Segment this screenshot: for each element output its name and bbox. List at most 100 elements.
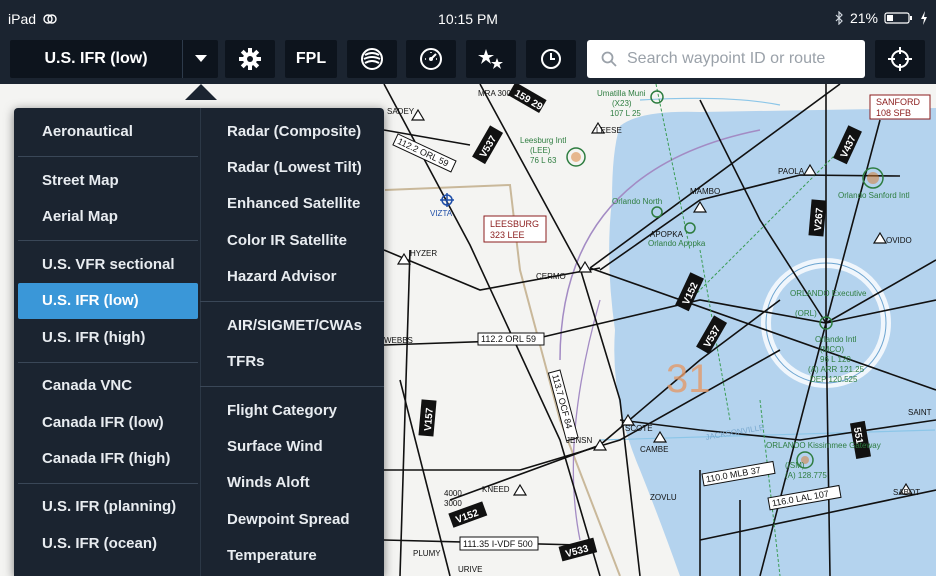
svg-text:ORLANDO Kissimmee Gateway: ORLANDO Kissimmee Gateway: [766, 441, 881, 450]
divider: [18, 156, 198, 157]
settings-button[interactable]: [225, 40, 275, 78]
chevron-down-icon[interactable]: [183, 40, 218, 78]
menu-item-street-map[interactable]: Street Map: [18, 163, 198, 199]
svg-text:CERMO: CERMO: [536, 272, 566, 281]
gear-icon: [239, 48, 261, 70]
menu-item-radar-lowest-tilt[interactable]: Radar (Lowest Tilt): [204, 150, 384, 186]
menu-column-divider: [200, 108, 201, 576]
menu-item-air-sigmet-cwas[interactable]: AIR/SIGMET/CWAs: [204, 308, 384, 344]
battery-percent: 21%: [849, 10, 878, 26]
svg-text:Orlando Sanford Intl: Orlando Sanford Intl: [838, 191, 910, 200]
fpl-button[interactable]: FPL: [285, 40, 337, 78]
menu-item-aeronautical[interactable]: Aeronautical: [18, 114, 198, 150]
svg-text:SAINT: SAINT: [908, 408, 932, 417]
menu-item-radar-composite[interactable]: Radar (Composite): [204, 114, 384, 150]
svg-text:PLUMY: PLUMY: [413, 549, 441, 558]
svg-text:323 LEE: 323 LEE: [490, 230, 525, 240]
svg-text:(MCO): (MCO): [820, 345, 844, 354]
svg-text:VIZTA: VIZTA: [430, 209, 453, 218]
menu-item-color-ir-satellite[interactable]: Color IR Satellite: [204, 223, 384, 259]
map-layers-icon: [361, 48, 383, 70]
menu-item-temperature[interactable]: Temperature: [204, 538, 384, 574]
svg-text:URIVE: URIVE: [458, 565, 482, 574]
svg-text:HYZER: HYZER: [410, 249, 437, 258]
clock-time: 10:15 PM: [438, 11, 498, 27]
divider: [18, 362, 198, 363]
recent-button[interactable]: [526, 40, 576, 78]
svg-text:(ORL): (ORL): [795, 309, 817, 318]
grid-mora: 31: [666, 357, 711, 401]
svg-text:(ISM): (ISM): [785, 461, 805, 470]
menu-item-us-ifr-planning[interactable]: U.S. IFR (planning): [18, 489, 198, 525]
map-layers-button[interactable]: [347, 40, 397, 78]
instruments-button[interactable]: [406, 40, 456, 78]
svg-text:76 L 63: 76 L 63: [530, 156, 557, 165]
favorites-button[interactable]: [466, 40, 516, 78]
svg-text:Orlando North: Orlando North: [612, 197, 662, 206]
search-placeholder: Search waypoint ID or route: [627, 50, 826, 67]
svg-text:3000: 3000: [444, 499, 462, 508]
freq-box: 112.2 ORL 59: [481, 334, 536, 344]
svg-text:SADEY: SADEY: [387, 107, 415, 116]
svg-text:MAMBO: MAMBO: [690, 187, 720, 196]
airway-label: V157: [423, 407, 436, 432]
menu-item-canada-vnc[interactable]: Canada VNC: [18, 368, 198, 404]
menu-item-us-vfr-sectional[interactable]: U.S. VFR sectional: [18, 247, 198, 283]
svg-text:96 L 120: 96 L 120: [820, 355, 851, 364]
divider: [200, 386, 384, 387]
svg-text:(X23): (X23): [612, 99, 632, 108]
status-bar: iPad 10:15 PM 21%: [0, 0, 936, 34]
menu-item-canada-ifr-low[interactable]: Canada IFR (low): [18, 405, 198, 441]
clock-icon: [541, 49, 561, 69]
svg-text:MRA 3000: MRA 3000: [478, 89, 516, 98]
svg-text:LEESBURG: LEESBURG: [490, 219, 539, 229]
menu-item-aerial-map[interactable]: Aerial Map: [18, 199, 198, 235]
svg-text:ORLANDO Executive: ORLANDO Executive: [790, 289, 867, 298]
freq-box: 112.2 ORL 59: [396, 136, 450, 168]
divider: [18, 483, 198, 484]
svg-text:SANFORD: SANFORD: [876, 97, 921, 107]
menu-item-enhanced-satellite[interactable]: Enhanced Satellite: [204, 186, 384, 222]
stars-icon: [478, 49, 503, 69]
menu-item-surface-wind[interactable]: Surface Wind: [204, 429, 384, 465]
svg-text:(A) 128.775: (A) 128.775: [785, 471, 827, 480]
menu-item-us-ifr-low[interactable]: U.S. IFR (low): [18, 283, 198, 319]
menu-item-us-ifr-high[interactable]: U.S. IFR (high): [18, 320, 198, 356]
menu-item-winds-aloft[interactable]: Winds Aloft: [204, 465, 384, 501]
layer-selector-label: U.S. IFR (low): [44, 50, 148, 67]
svg-text:CAMBE: CAMBE: [640, 445, 668, 454]
svg-text:APOPKA: APOPKA: [650, 230, 684, 239]
layer-menu: Aeronautical Street Map Aerial Map U.S. …: [14, 108, 384, 576]
airway-label: V267: [813, 207, 826, 232]
menu-item-us-ifr-ocean[interactable]: U.S. IFR (ocean): [18, 526, 198, 562]
svg-text:DEP 120.525: DEP 120.525: [810, 375, 858, 384]
bluetooth-icon: [835, 11, 843, 25]
svg-text:Umatilla Muni: Umatilla Muni: [597, 89, 646, 98]
svg-text:OVIDO: OVIDO: [886, 236, 912, 245]
toolbar: U.S. IFR (low) FPL Search waypoint ID or…: [0, 34, 936, 84]
svg-text:SABOT: SABOT: [893, 488, 920, 497]
menu-item-dewpoint-spread[interactable]: Dewpoint Spread: [204, 502, 384, 538]
charging-icon: [921, 11, 927, 25]
svg-text:108 SFB: 108 SFB: [876, 108, 911, 118]
menu-item-canada-ifr-high[interactable]: Canada IFR (high): [18, 441, 198, 477]
svg-text:WEBBS: WEBBS: [384, 336, 413, 345]
locate-button[interactable]: [875, 40, 925, 78]
svg-text:Orlando Intl: Orlando Intl: [815, 335, 857, 344]
menu-item-hazard-advisor[interactable]: Hazard Advisor: [204, 259, 384, 295]
svg-text:SCOTE: SCOTE: [625, 424, 653, 433]
gauge-icon: [420, 48, 442, 70]
svg-text:(A) ARR 121.25: (A) ARR 121.25: [808, 365, 865, 374]
crosshair-icon: [888, 47, 912, 71]
menu-item-flight-category[interactable]: Flight Category: [204, 393, 384, 429]
svg-text:4000: 4000: [444, 489, 462, 498]
leesburg-vor-box: LEESBURG 323 LEE: [483, 215, 547, 243]
search-icon: [601, 51, 617, 67]
svg-text:KNEED: KNEED: [482, 485, 510, 494]
freq-box: 111.35 I-VDF 500: [463, 539, 533, 549]
search-input[interactable]: Search waypoint ID or route: [587, 40, 865, 78]
svg-text:Orlando Apopka: Orlando Apopka: [648, 239, 706, 248]
menu-item-tfrs[interactable]: TFRs: [204, 344, 384, 380]
layer-selector-button[interactable]: U.S. IFR (low): [10, 40, 218, 78]
divider: [200, 301, 384, 302]
